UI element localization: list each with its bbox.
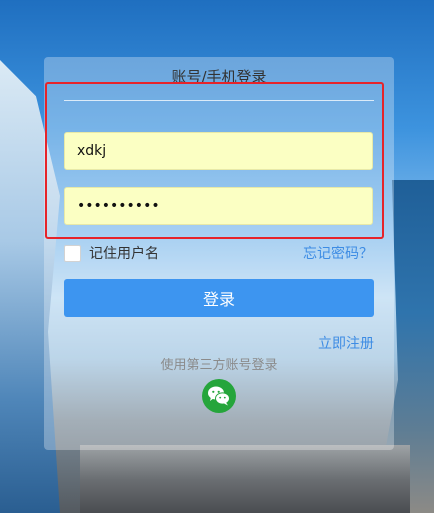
wechat-icon (208, 386, 230, 406)
highlight-annotation-box (45, 82, 384, 239)
remember-checkbox[interactable] (64, 244, 81, 262)
third-party-login-label: 使用第三方账号登录 (160, 358, 278, 373)
remember-label: 记住用户名 (89, 246, 159, 262)
wechat-login-button[interactable] (202, 379, 236, 413)
background-rocks (80, 445, 410, 513)
register-link[interactable]: 立即注册 (318, 333, 374, 353)
login-button[interactable]: 登录 (64, 279, 374, 317)
remember-username[interactable]: 记住用户名 (64, 243, 159, 263)
forgot-password-link[interactable]: 忘记密码？ (303, 243, 373, 263)
